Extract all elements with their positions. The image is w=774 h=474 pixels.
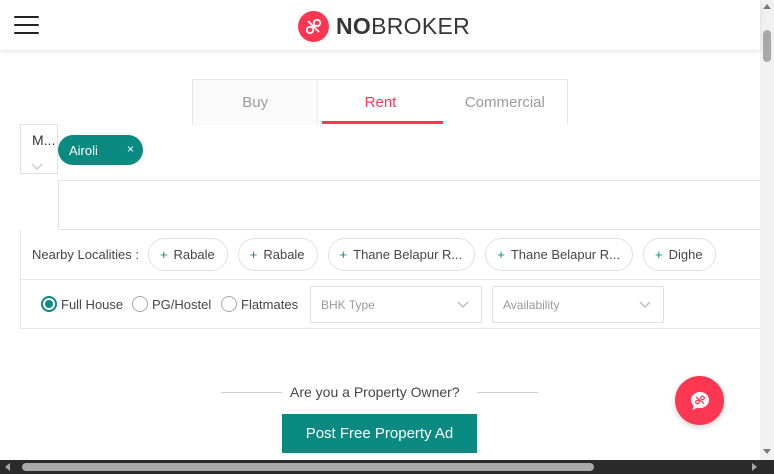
divider-left — [221, 392, 282, 393]
radio-flatmates[interactable]: Flatmates — [221, 296, 298, 312]
vertical-scrollbar[interactable] — [760, 0, 774, 460]
plus-icon: + — [249, 247, 258, 262]
locality-chip: Airoli × — [58, 135, 143, 165]
nearby-locality-pill[interactable]: + Thane Belapur R... — [327, 238, 476, 271]
logo-text-bold: NO — [336, 12, 372, 39]
availability-select[interactable]: Availability — [492, 286, 664, 323]
tab-commercial[interactable]: Commercial — [443, 80, 567, 125]
scroll-up-icon[interactable] — [763, 4, 771, 9]
vertical-scrollbar-thumb[interactable] — [763, 30, 771, 62]
nearby-localities-label: Nearby Localities : — [32, 247, 139, 262]
radio-label: Full House — [61, 296, 124, 312]
plus-icon: + — [339, 247, 348, 262]
logo-text-rest: BROKER — [371, 12, 471, 39]
nearby-locality-pill[interactable]: + Dighe — [642, 238, 716, 271]
tab-buy[interactable]: Buy — [193, 80, 319, 125]
radio-label: Flatmates — [241, 296, 299, 312]
radio-circle — [132, 296, 148, 312]
plus-icon: + — [159, 247, 168, 262]
logo-text: NOBROKER — [336, 13, 470, 40]
plus-icon: + — [654, 247, 663, 262]
post-free-property-ad-button[interactable]: Post Free Property Ad — [282, 414, 477, 453]
nobroker-logo[interactable]: NOBROKER — [298, 10, 470, 42]
nobroker-logo-icon — [298, 10, 329, 42]
locality-chip-label: Airoli — [69, 142, 98, 158]
top-header: NOBROKER — [0, 0, 760, 50]
radio-label: PG/Hostel — [152, 296, 212, 312]
close-icon[interactable]: × — [127, 142, 134, 156]
plus-icon: + — [497, 247, 505, 262]
bhk-type-select[interactable]: BHK Type — [310, 286, 482, 323]
nearby-locality-label: Rabale — [173, 247, 215, 262]
tab-rent[interactable]: Rent — [318, 80, 443, 125]
chevron-down-icon — [31, 163, 43, 170]
nearby-locality-pill[interactable]: + Thane Belapur R... — [485, 238, 633, 271]
chat-support-button[interactable] — [675, 376, 724, 425]
nearby-localities: Nearby Localities : + Rabale + Rabale + Tha… — [20, 230, 760, 280]
scroll-left-icon[interactable] — [5, 463, 10, 471]
nearby-locality-label: Thane Belapur R... — [353, 247, 463, 262]
property-type-tabs: Buy Rent Commercial — [192, 79, 568, 125]
hamburger-menu-icon[interactable] — [14, 16, 39, 34]
page: NOBROKER Buy Rent Commercial M... Airoli… — [0, 0, 774, 474]
scroll-right-icon[interactable] — [752, 463, 757, 471]
chevron-down-icon — [457, 301, 469, 308]
locality-search-input[interactable] — [58, 180, 774, 230]
availability-placeholder: Availability — [503, 298, 560, 312]
horizontal-scrollbar-thumb[interactable] — [22, 463, 594, 471]
radio-circle — [41, 296, 57, 312]
radio-circle — [221, 296, 237, 312]
nearby-locality-label: Rabale — [263, 247, 305, 262]
radio-full-house[interactable]: Full House — [41, 296, 123, 312]
radio-pg-hostel[interactable]: PG/Hostel — [132, 296, 211, 312]
chat-icon — [690, 391, 709, 410]
nearby-locality-pill[interactable]: + Rabale — [147, 238, 228, 271]
search-filters: Full House PG/Hostel Flatmates BHK Type … — [20, 280, 760, 329]
chevron-down-icon — [639, 301, 651, 308]
nearby-locality-pill[interactable]: + Rabale — [237, 238, 318, 271]
property-owner-question: Are you a Property Owner? — [290, 384, 460, 400]
scroll-down-icon[interactable] — [763, 449, 771, 454]
nearby-locality-label: Thane Belapur R... — [510, 247, 620, 262]
divider-right — [477, 392, 538, 393]
nearby-locality-label: Dighe — [668, 247, 703, 262]
bhk-type-placeholder: BHK Type — [321, 298, 375, 312]
